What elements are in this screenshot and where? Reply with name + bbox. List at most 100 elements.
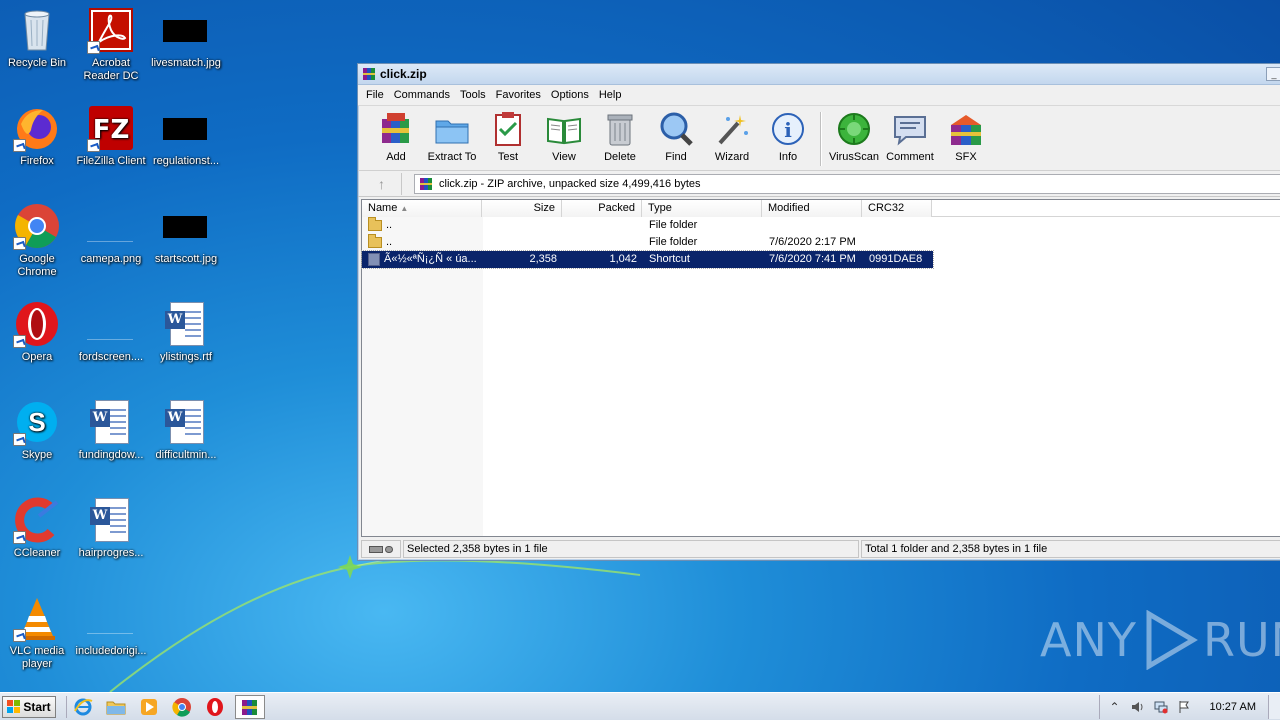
archive-path-text: click.zip - ZIP archive, unpacked size 4… bbox=[439, 177, 701, 190]
status-selected: Selected 2,358 bytes in 1 file bbox=[403, 540, 859, 558]
winrar-icon bbox=[362, 67, 376, 81]
chrome-icon bbox=[13, 202, 61, 250]
sort-arrow-icon: ▲ bbox=[400, 204, 409, 213]
wizard-button[interactable]: Wizard bbox=[704, 110, 760, 163]
view-button[interactable]: View bbox=[536, 110, 592, 163]
file-list[interactable]: Name ▲ Size Packed Type Modified CRC32 .… bbox=[361, 199, 1280, 537]
folder-icon bbox=[368, 217, 382, 231]
status-bar: Selected 2,358 bytes in 1 file Total 1 f… bbox=[361, 540, 1280, 558]
watermark-right: RUN bbox=[1202, 613, 1280, 667]
column-header-packed[interactable]: Packed bbox=[562, 200, 642, 217]
taskbar: Start ⌃ 10:27 AM bbox=[0, 692, 1280, 720]
menu-help[interactable]: Help bbox=[595, 89, 628, 101]
column-header-name[interactable]: Name ▲ bbox=[362, 200, 482, 217]
column-header-modified[interactable]: Modified bbox=[762, 200, 862, 217]
svg-text:i: i bbox=[784, 118, 792, 142]
desktop-icon-livesmatch[interactable]: livesmatch.jpg bbox=[149, 6, 223, 70]
sfx-icon bbox=[947, 110, 985, 148]
desktop-icon-recycle-bin[interactable]: Recycle Bin bbox=[0, 6, 74, 70]
menu-options[interactable]: Options bbox=[547, 89, 595, 101]
windows-logo-icon bbox=[7, 700, 21, 713]
virusscan-button[interactable]: VirusScan bbox=[826, 110, 882, 163]
desktop-icon-regulationst[interactable]: regulationst... bbox=[149, 104, 223, 168]
virus-scan-icon bbox=[835, 110, 873, 148]
folder-icon bbox=[106, 701, 126, 714]
desktop-icon-startscott[interactable]: startscott.jpg bbox=[149, 202, 223, 266]
desktop-icon-acrobat[interactable]: Acrobat Reader DC bbox=[74, 6, 148, 83]
taskbar-winrar[interactable] bbox=[235, 694, 265, 719]
desktop-icon-opera[interactable]: Opera bbox=[0, 300, 74, 364]
taskbar-opera[interactable] bbox=[202, 695, 228, 719]
desktop-icon-ccleaner[interactable]: CCleaner bbox=[0, 496, 74, 560]
desktop-icon-hairprogres[interactable]: W hairprogres... bbox=[74, 496, 148, 560]
toolbar: Add Extract To Test View Delete Find Wiz… bbox=[358, 105, 1280, 171]
network-icon[interactable] bbox=[1154, 700, 1168, 714]
comment-button[interactable]: Comment bbox=[882, 110, 938, 163]
start-button[interactable]: Start bbox=[2, 695, 56, 718]
show-desktop-button[interactable] bbox=[1268, 695, 1280, 719]
desktop-icon-firefox[interactable]: Firefox bbox=[0, 104, 74, 168]
add-archive-icon bbox=[377, 110, 415, 148]
winrar-window[interactable]: click.zip _ File Commands Tools Favorite… bbox=[357, 63, 1280, 561]
taskbar-explorer[interactable] bbox=[103, 695, 129, 719]
drive-key-icon[interactable] bbox=[361, 540, 401, 558]
desktop-icon-chrome[interactable]: Google Chrome bbox=[0, 202, 74, 279]
show-hidden-icons-icon[interactable]: ⌃ bbox=[1108, 700, 1122, 714]
menu-bar: File Commands Tools Favorites Options He… bbox=[358, 85, 1280, 105]
desktop-icon-fordscreen[interactable]: fordscreen.... bbox=[74, 300, 148, 364]
menu-tools[interactable]: Tools bbox=[456, 89, 492, 101]
menu-favorites[interactable]: Favorites bbox=[492, 89, 547, 101]
desktop-icon-fundingdow[interactable]: W fundingdow... bbox=[74, 398, 148, 462]
desktop-icon-filezilla[interactable]: FZ FileZilla Client bbox=[74, 104, 148, 168]
action-center-flag-icon[interactable] bbox=[1177, 700, 1191, 714]
desktop-icon-vlc[interactable]: VLC media player bbox=[0, 594, 74, 671]
toolbar-separator bbox=[820, 112, 822, 166]
internet-explorer-icon bbox=[74, 698, 93, 715]
minimize-button[interactable]: _ bbox=[1266, 67, 1280, 81]
vlc-icon bbox=[13, 594, 61, 642]
taskbar-chrome[interactable] bbox=[169, 695, 195, 719]
table-row[interactable]: .. File folder 7/6/2020 2:17 PM bbox=[362, 234, 933, 251]
address-bar: ↑ click.zip - ZIP archive, unpacked size… bbox=[358, 171, 1280, 197]
table-row[interactable]: .. File folder bbox=[362, 217, 933, 234]
desktop-icon-camepa[interactable]: camepa.png bbox=[74, 202, 148, 266]
image-file-icon bbox=[162, 6, 210, 54]
desktop-icon-skype[interactable]: S Skype bbox=[0, 398, 74, 462]
view-book-icon bbox=[545, 110, 583, 148]
find-button[interactable]: Find bbox=[648, 110, 704, 163]
table-row-selected[interactable]: Ã«½«ªÑ¡¿Ñ « úa... 2,358 1,042 Shortcut 7… bbox=[361, 250, 934, 269]
status-total: Total 1 folder and 2,358 bytes in 1 file bbox=[861, 540, 1280, 558]
arrow-up-icon: ↑ bbox=[378, 175, 385, 192]
delete-button[interactable]: Delete bbox=[592, 110, 648, 163]
column-header-crc32[interactable]: CRC32 bbox=[862, 200, 932, 217]
list-header: Name ▲ Size Packed Type Modified CRC32 bbox=[362, 200, 1280, 217]
winrar-archive-icon bbox=[419, 177, 433, 191]
desktop-icon-ylistings[interactable]: W ylistings.rtf bbox=[149, 300, 223, 364]
taskbar-media-player[interactable] bbox=[136, 695, 162, 719]
ccleaner-icon bbox=[13, 496, 61, 544]
info-button[interactable]: i Info bbox=[760, 110, 816, 163]
svg-text:S: S bbox=[28, 407, 45, 437]
title-bar[interactable]: click.zip _ bbox=[358, 64, 1280, 85]
column-header-size[interactable]: Size bbox=[482, 200, 562, 217]
volume-icon[interactable] bbox=[1131, 700, 1145, 714]
play-logo-icon bbox=[1146, 610, 1198, 670]
column-header-type[interactable]: Type bbox=[642, 200, 762, 217]
clock[interactable]: 10:27 AM bbox=[1210, 701, 1256, 713]
taskbar-ie[interactable] bbox=[70, 695, 96, 719]
up-one-level-button[interactable]: ↑ bbox=[362, 172, 402, 195]
test-button[interactable]: Test bbox=[480, 110, 536, 163]
desktop-icon-difficultmin[interactable]: W difficultmin... bbox=[149, 398, 223, 462]
folder-icon bbox=[368, 234, 382, 248]
menu-file[interactable]: File bbox=[362, 89, 390, 101]
extract-to-button[interactable]: Extract To bbox=[424, 110, 480, 163]
test-clipboard-icon bbox=[489, 110, 527, 148]
magnifier-icon bbox=[657, 110, 695, 148]
menu-commands[interactable]: Commands bbox=[390, 89, 456, 101]
archive-path-field[interactable]: click.zip - ZIP archive, unpacked size 4… bbox=[414, 173, 1280, 194]
winrar-icon bbox=[242, 699, 257, 715]
add-button[interactable]: Add bbox=[368, 110, 424, 163]
sfx-button[interactable]: SFX bbox=[938, 110, 994, 163]
comment-icon bbox=[891, 110, 929, 148]
desktop-icon-includedorigi[interactable]: includedorigi... bbox=[74, 594, 148, 658]
